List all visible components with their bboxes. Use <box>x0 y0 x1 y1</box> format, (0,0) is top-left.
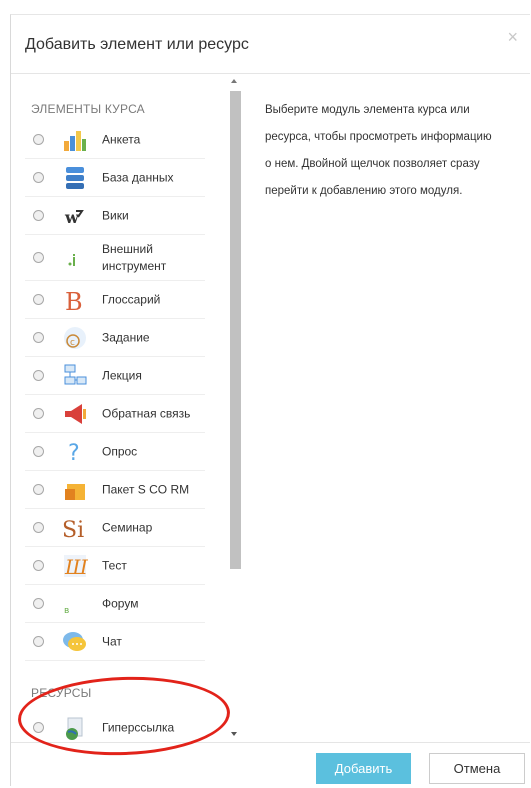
svg-text:в: в <box>64 606 69 616</box>
radio-button[interactable] <box>33 635 44 647</box>
dialog-header: Добавить элемент или ресурс × <box>11 15 530 74</box>
list-item[interactable]: Si Семинар <box>25 509 205 547</box>
item-label: Чат <box>102 634 122 648</box>
external-tool-icon <box>62 245 88 271</box>
scorm-package-icon <box>62 477 88 503</box>
item-label: Опрос <box>102 444 138 458</box>
item-label: Обратная связь <box>102 406 191 420</box>
question-icon: ? <box>62 439 88 465</box>
radio-button[interactable] <box>33 445 44 457</box>
workshop-icon: Si <box>62 515 88 541</box>
list-item[interactable]: Внешний инструмент <box>25 235 205 281</box>
list-item[interactable]: База данных <box>25 159 205 197</box>
item-label: Внешний инструмент <box>102 241 167 273</box>
module-info-text: Выберите модуль элемента курса или ресур… <box>265 104 492 197</box>
scroll-up-arrow-icon[interactable] <box>231 79 237 83</box>
item-label: Лекция <box>102 368 142 382</box>
wiki-icon: w <box>62 203 88 229</box>
list-item[interactable]: Пакет S CO RM <box>25 471 205 509</box>
item-label: Гиперссылка <box>102 720 175 734</box>
list-item[interactable]: Обратная связь <box>25 395 205 433</box>
radio-button[interactable] <box>33 521 44 533</box>
item-label: Тест <box>102 558 127 572</box>
svg-text:Si: Si <box>62 518 84 541</box>
dialog-title: Добавить элемент или ресурс <box>25 36 249 53</box>
list-item[interactable]: ? Опрос <box>25 433 205 471</box>
globe-link-icon <box>62 715 88 741</box>
assignment-icon: c <box>62 325 88 351</box>
radio-button[interactable] <box>33 597 44 609</box>
svg-text:c: c <box>70 338 75 348</box>
resources-section-header: РЕСУРСЫ <box>31 686 92 700</box>
radio-button[interactable] <box>33 293 44 305</box>
svg-text:Ш: Ш <box>64 555 88 579</box>
list-item[interactable]: c Задание <box>25 319 205 357</box>
item-label: Семинар <box>102 520 153 534</box>
cancel-button[interactable]: Отмена <box>429 753 525 784</box>
list-item[interactable]: Анкета <box>25 121 205 159</box>
svg-text:?: ? <box>68 441 80 465</box>
radio-button[interactable] <box>33 483 44 495</box>
radio-button[interactable] <box>33 369 44 381</box>
dialog-footer: Добавить Отмена <box>11 742 530 788</box>
bar-chart-icon <box>62 127 88 153</box>
list-item[interactable]: w Вики <box>25 197 205 235</box>
list-item[interactable]: B Глоссарий <box>25 281 205 319</box>
database-icon <box>62 165 88 191</box>
radio-button[interactable] <box>33 407 44 419</box>
list-item[interactable]: Гиперссылка <box>25 709 205 742</box>
activities-section-header: ЭЛЕМЕНТЫ КУРСА <box>31 102 145 116</box>
radio-button[interactable] <box>33 171 44 183</box>
radio-button[interactable] <box>33 559 44 571</box>
svg-text:B: B <box>65 288 83 313</box>
item-label: Форум <box>102 596 139 610</box>
list-item[interactable]: в Форум <box>25 585 205 623</box>
chat-icon <box>62 629 88 655</box>
scrollbar-thumb[interactable] <box>230 91 241 569</box>
radio-button[interactable] <box>33 133 44 145</box>
module-chooser-list[interactable]: ЭЛЕМЕНТЫ КУРСА Анкета База данных w Вики <box>11 74 243 742</box>
forum-icon: в <box>62 591 88 617</box>
item-label: Вики <box>102 208 129 222</box>
radio-button[interactable] <box>33 331 44 343</box>
close-icon[interactable]: × <box>507 27 518 48</box>
item-label: Пакет S CO RM <box>102 482 190 496</box>
item-label: Задание <box>102 330 150 344</box>
radio-button[interactable] <box>33 209 44 221</box>
list-item[interactable]: Чат <box>25 623 205 661</box>
quiz-icon: Ш <box>62 553 88 579</box>
item-label: Глоссарий <box>102 292 161 306</box>
item-label: База данных <box>102 170 174 184</box>
scroll-down-arrow-icon[interactable] <box>231 732 237 736</box>
megaphone-icon <box>62 401 88 427</box>
add-activity-dialog: Добавить элемент или ресурс × ЭЛЕМЕНТЫ К… <box>10 14 530 788</box>
list-item[interactable]: Лекция <box>25 357 205 395</box>
radio-button[interactable] <box>33 251 44 263</box>
radio-button[interactable] <box>33 721 44 733</box>
add-button[interactable]: Добавить <box>316 753 411 784</box>
list-item[interactable]: Ш Тест <box>25 547 205 585</box>
glossary-icon: B <box>62 287 88 313</box>
item-label: Анкета <box>102 132 141 146</box>
lesson-icon <box>62 363 88 389</box>
